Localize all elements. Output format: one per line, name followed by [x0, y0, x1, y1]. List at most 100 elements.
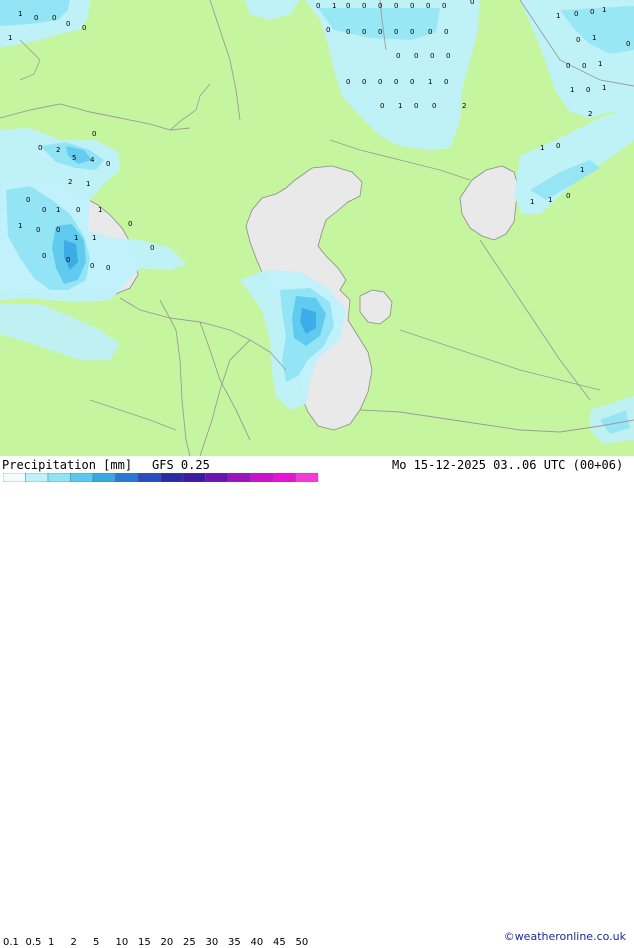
precip-value-label: 0 — [82, 24, 86, 32]
precip-value-label: 2 — [462, 102, 466, 110]
precip-value-label: 2 — [68, 178, 72, 186]
precip-value-label: 0 — [626, 40, 630, 48]
precip-value-label: 0 — [566, 62, 570, 70]
color-scale-swatch — [272, 473, 296, 482]
precip-value-label: 4 — [90, 156, 95, 164]
precip-value-label: 0 — [362, 2, 366, 10]
precip-value-label: 1 — [74, 234, 78, 242]
precip-value-label: 0 — [42, 252, 46, 260]
color-scale-tick-label: 40 — [250, 937, 264, 948]
color-scale-tick-label: 50 — [295, 937, 309, 948]
precip-value-label: 0 — [442, 2, 446, 10]
precip-value-label: 0 — [574, 10, 578, 18]
precip-value-label: 0 — [410, 78, 414, 86]
precip-value-label: 5 — [72, 154, 76, 162]
precip-value-label: 0 — [378, 78, 382, 86]
precip-value-label: 0 — [56, 226, 60, 234]
precip-value-label: 0 — [92, 130, 96, 138]
precip-value-label: 1 — [332, 2, 336, 10]
credit-link[interactable]: ©weatheronline.co.uk — [504, 930, 626, 943]
precip-value-label: 1 — [398, 102, 402, 110]
precip-value-label: 0 — [150, 244, 154, 252]
color-scale-tick-label: 0.1 — [3, 937, 19, 948]
precip-value-label: 0 — [90, 262, 94, 270]
precip-value-label: 1 — [18, 10, 22, 18]
color-scale-tick-label: 2 — [70, 937, 77, 948]
color-scale-tick-label: 45 — [273, 937, 286, 948]
color-scale-tick-label: 30 — [205, 937, 219, 948]
precip-value-label: 0 — [26, 196, 30, 204]
footer: Precipitation [mm] GFS 0.25 Mo 15-12-202… — [0, 456, 634, 948]
color-scale-bar — [3, 473, 319, 482]
color-scale-swatch — [25, 473, 49, 482]
precip-value-label: 0 — [316, 2, 320, 10]
color-scale-tick-label: 0.5 — [25, 937, 42, 948]
precip-value-label: 0 — [378, 28, 382, 36]
precip-value-label: 0 — [396, 52, 400, 60]
precip-value-label: 0 — [428, 28, 432, 36]
precip-value-label: 0 — [66, 20, 70, 28]
precip-value-label: 0 — [128, 220, 132, 228]
precip-value-label: 1 — [580, 166, 584, 174]
precip-value-label: 0 — [394, 2, 398, 10]
precip-value-label: 0 — [346, 28, 350, 36]
precip-value-label: 0 — [566, 192, 570, 200]
precip-value-label: 2 — [56, 146, 60, 154]
precip-value-label: 1 — [598, 60, 602, 68]
color-scale-swatch — [160, 473, 184, 482]
precip-value-label: 1 — [92, 234, 96, 242]
precip-value-label: 0 — [378, 2, 382, 10]
color-scale-swatch — [47, 473, 71, 482]
color-scale-tick-label: 20 — [160, 937, 174, 948]
precip-value-label: 0 — [362, 28, 366, 36]
color-scale-swatch — [115, 473, 139, 482]
precip-value-label: 1 — [548, 196, 552, 204]
precip-value-label: 2 — [588, 110, 592, 118]
precip-value-label: 0 — [446, 52, 450, 60]
precipitation-map: 0 1 0 0 0 0 0 0 0 0 1 0 0 0 0 1 0 0 0 0 0 0 0 0 0 0 0 0 0 0 0 0 0 1 0 0 1 0 0 2… — [0, 0, 634, 456]
color-scale-swatch — [227, 473, 251, 482]
precip-value-label: 0 — [106, 160, 110, 168]
color-scale-tick-label: 15 — [138, 937, 151, 948]
precip-value-label: 0 — [582, 62, 586, 70]
product-title: Precipitation [mm] — [2, 458, 133, 472]
precip-value-label: 1 — [18, 222, 22, 230]
color-scale-swatch — [295, 473, 319, 482]
precip-value-label: 0 — [576, 36, 580, 44]
precip-value-label: 1 — [428, 78, 432, 86]
color-scale-swatch — [70, 473, 94, 482]
color-scale-tick-label: 25 — [183, 937, 196, 948]
color-scale-tick-label: 10 — [115, 937, 129, 948]
precip-value-label: 0 — [394, 78, 398, 86]
precip-value-label: 1 — [556, 12, 560, 20]
precip-value-label: 1 — [540, 144, 544, 152]
precip-value-label: 0 — [106, 264, 110, 272]
precip-value-label: 0 — [444, 28, 448, 36]
color-scale-swatch — [205, 473, 229, 482]
precip-value-label: 1 — [530, 198, 534, 206]
precip-value-label: 0 — [66, 256, 70, 264]
precip-value-label: 0 — [380, 102, 384, 110]
precip-value-label: 0 — [394, 28, 398, 36]
precip-value-label: 0 — [414, 102, 418, 110]
color-scale-swatch — [182, 473, 206, 482]
precip-value-label: 0 — [414, 52, 418, 60]
precip-value-label: 0 — [346, 78, 350, 86]
precip-value-label: 0 — [410, 28, 414, 36]
precip-value-label: 1 — [602, 6, 606, 14]
color-scale-swatch — [3, 473, 26, 482]
precip-value-label: 0 — [326, 26, 330, 34]
precip-value-label: 0 — [470, 0, 474, 6]
precip-value-label: 1 — [602, 84, 606, 92]
precip-value-label: 1 — [8, 34, 12, 42]
precip-value-label: 1 — [98, 206, 102, 214]
precip-value-label: 1 — [56, 206, 60, 214]
precip-value-label: 1 — [570, 86, 574, 94]
color-scale-tick-label: 35 — [228, 937, 241, 948]
precip-value-label: 0 — [590, 8, 594, 16]
precip-value-label: 0 — [36, 226, 40, 234]
model-name: GFS 0.25 — [152, 458, 210, 472]
precip-value-label: 0 — [426, 2, 430, 10]
color-scale-swatch — [92, 473, 116, 482]
precip-value-label: 0 — [52, 14, 56, 22]
